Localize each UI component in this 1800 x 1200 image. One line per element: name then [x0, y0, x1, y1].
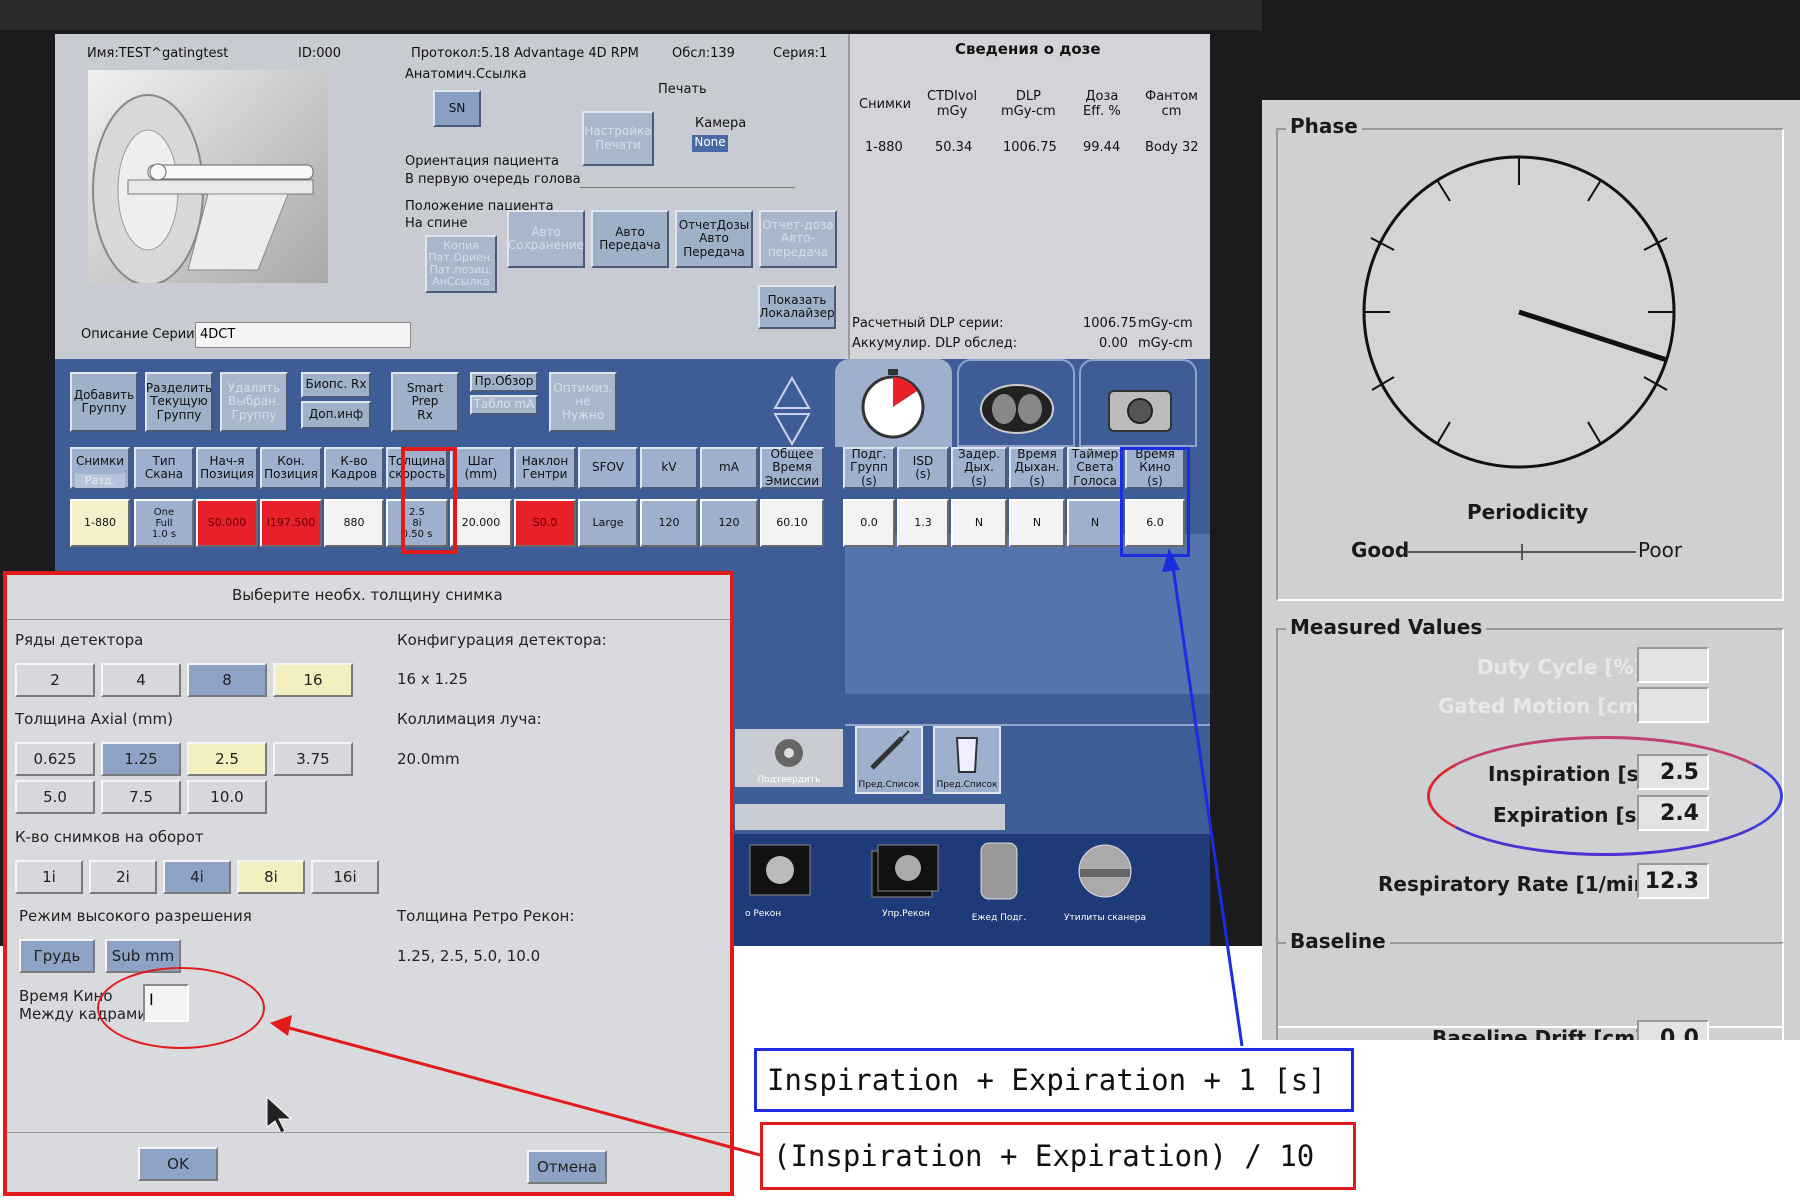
blue-arrowhead: [1162, 548, 1180, 572]
red-arrowhead: [270, 1015, 292, 1036]
annotation-arrows: [270, 548, 1244, 1157]
blue-arrow: [1170, 559, 1244, 1047]
red-arrow: [281, 1024, 761, 1157]
